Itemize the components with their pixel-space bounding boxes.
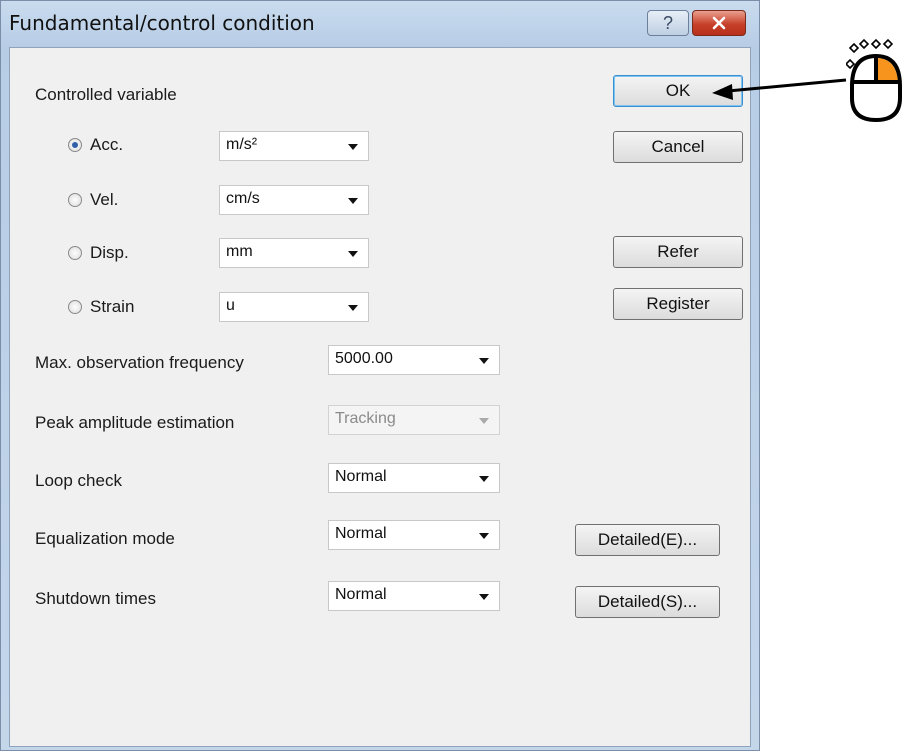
pointer-arrow (712, 78, 847, 100)
mouse-left-click-icon (846, 38, 902, 122)
